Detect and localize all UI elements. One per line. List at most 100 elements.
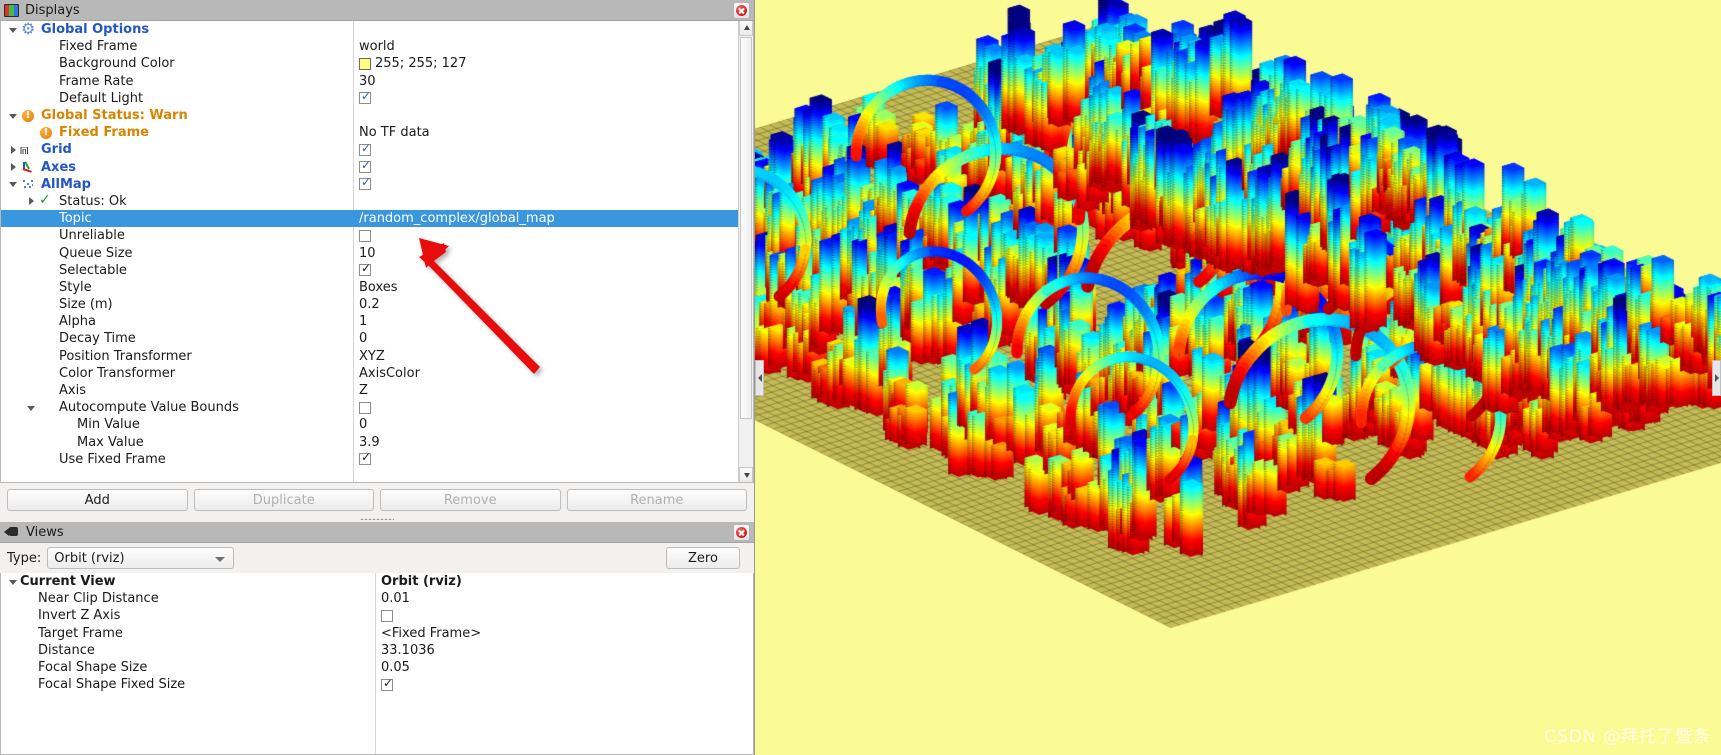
checkbox-checked[interactable] bbox=[359, 450, 372, 466]
property-row[interactable]: Color Transformer AxisColor bbox=[1, 365, 738, 382]
property-row[interactable]: Autocompute Value Bounds bbox=[1, 399, 738, 416]
property-row[interactable]: Fixed Frame world bbox=[1, 38, 738, 55]
views-close-icon[interactable] bbox=[733, 524, 750, 541]
property-value[interactable]: No TF data bbox=[353, 125, 430, 140]
property-value[interactable] bbox=[353, 89, 372, 105]
views-rows-container: Current View Orbit (rviz) Near Clip Distan… bbox=[1, 573, 751, 754]
property-row[interactable]: Topic/random_complex/global_map bbox=[1, 210, 738, 228]
property-value[interactable] bbox=[375, 676, 394, 691]
property-row[interactable]: Background Color 255; 255; 127 bbox=[1, 55, 738, 72]
property-row[interactable]: Decay Time 0 bbox=[1, 330, 738, 347]
property-value[interactable]: 10 bbox=[353, 246, 376, 261]
property-value[interactable]: <Fixed Frame> bbox=[375, 626, 481, 641]
view-type-select[interactable]: Orbit (rviz) bbox=[47, 547, 235, 569]
property-row[interactable]: Global Status: Warn bbox=[1, 107, 738, 124]
checkbox-checked[interactable] bbox=[359, 158, 372, 174]
displays-property-tree[interactable]: Global OptionsFixed FrameworldBackground… bbox=[0, 21, 754, 483]
property-row[interactable]: Selectable bbox=[1, 261, 738, 279]
property-row[interactable]: Invert Z Axis bbox=[1, 607, 751, 624]
expand-arrow-open-icon[interactable] bbox=[7, 178, 19, 190]
property-row[interactable]: Current View Orbit (rviz) bbox=[1, 573, 751, 590]
checkbox-checked[interactable] bbox=[359, 141, 372, 156]
property-row[interactable]: Focal Shape Fixed Size bbox=[1, 676, 751, 693]
property-row[interactable]: Status: Ok bbox=[1, 193, 738, 210]
checkbox-unchecked[interactable] bbox=[359, 401, 371, 414]
expand-arrow-closed-icon[interactable] bbox=[25, 195, 37, 207]
property-row[interactable]: Frame Rate 30 bbox=[1, 73, 738, 90]
expand-arrow-open-icon[interactable] bbox=[7, 110, 19, 122]
viewport-right-handle[interactable] bbox=[1712, 359, 1721, 396]
checkbox-checked[interactable] bbox=[359, 261, 372, 277]
property-value[interactable]: AxisColor bbox=[353, 366, 420, 381]
property-value[interactable]: Boxes bbox=[353, 280, 398, 295]
property-row[interactable]: AllMap bbox=[1, 175, 738, 193]
checkbox-unchecked[interactable] bbox=[359, 229, 371, 242]
property-value[interactable] bbox=[353, 450, 372, 466]
property-value[interactable] bbox=[375, 609, 393, 622]
property-value[interactable]: 30 bbox=[353, 74, 376, 89]
checkbox-unchecked[interactable] bbox=[381, 609, 393, 622]
property-value[interactable]: /random_complex/global_map bbox=[353, 211, 555, 226]
property-value[interactable]: 0.05 bbox=[375, 660, 410, 675]
viewport-left-handle[interactable] bbox=[755, 359, 764, 396]
expand-arrow-closed-icon[interactable] bbox=[7, 144, 19, 156]
expand-arrow-closed-icon[interactable] bbox=[7, 161, 19, 173]
property-value[interactable]: 0.2 bbox=[353, 297, 380, 312]
expand-arrow-open-icon[interactable] bbox=[25, 402, 37, 414]
property-value[interactable] bbox=[353, 401, 371, 414]
property-value[interactable]: XYZ bbox=[353, 349, 385, 364]
property-row[interactable]: Unreliable bbox=[1, 227, 738, 244]
property-row[interactable]: Style Boxes bbox=[1, 279, 738, 296]
property-value[interactable] bbox=[353, 158, 372, 174]
property-value[interactable] bbox=[353, 261, 372, 277]
property-value[interactable] bbox=[353, 229, 371, 242]
property-row[interactable]: Queue Size 10 bbox=[1, 244, 738, 261]
property-row[interactable]: Alpha 1 bbox=[1, 313, 738, 330]
views-property-tree[interactable]: Current View Orbit (rviz) Near Clip Distan… bbox=[0, 573, 754, 755]
property-row[interactable]: Size (m) 0.2 bbox=[1, 296, 738, 313]
checkbox-checked[interactable] bbox=[359, 89, 372, 105]
property-row[interactable]: Position Transformer XYZ bbox=[1, 348, 738, 365]
property-row[interactable]: Global Options bbox=[1, 21, 738, 38]
scrollbar-thumb[interactable] bbox=[740, 37, 752, 419]
zero-button[interactable]: Zero bbox=[666, 547, 740, 569]
property-row[interactable]: Default Light bbox=[1, 89, 738, 107]
expand-arrow-open-icon[interactable] bbox=[7, 24, 19, 36]
property-value[interactable]: Orbit (rviz) bbox=[375, 574, 462, 589]
property-row[interactable]: Distance 33.1036 bbox=[1, 642, 751, 659]
scroll-down-icon[interactable] bbox=[739, 467, 753, 482]
property-row[interactable]: Axes bbox=[1, 158, 738, 176]
checkbox-checked[interactable] bbox=[381, 676, 394, 691]
property-value[interactable]: 0.01 bbox=[375, 591, 410, 606]
property-row[interactable]: Max Value 3.9 bbox=[1, 434, 738, 451]
displays-vertical-scrollbar[interactable] bbox=[738, 21, 753, 482]
property-row[interactable]: Focal Shape Size 0.05 bbox=[1, 659, 751, 676]
property-row[interactable]: Near Clip Distance 0.01 bbox=[1, 590, 751, 607]
scroll-up-icon[interactable] bbox=[739, 21, 753, 36]
expand-arrow-open-icon[interactable] bbox=[7, 576, 19, 588]
property-value[interactable] bbox=[353, 175, 372, 191]
color-swatch[interactable] bbox=[359, 57, 371, 70]
property-value[interactable]: 33.1036 bbox=[375, 643, 435, 658]
property-value[interactable]: 0 bbox=[353, 417, 367, 432]
property-value[interactable]: 3.9 bbox=[353, 435, 380, 450]
property-value[interactable] bbox=[353, 141, 372, 156]
property-row[interactable]: Grid bbox=[1, 141, 738, 158]
scene-canvas[interactable] bbox=[755, 0, 1721, 755]
checkbox-checked[interactable] bbox=[359, 175, 372, 191]
property-value[interactable]: world bbox=[353, 39, 395, 54]
property-value[interactable]: 1 bbox=[353, 314, 367, 329]
property-row[interactable]: Axis Z bbox=[1, 382, 738, 399]
property-row[interactable]: Min Value 0 bbox=[1, 416, 738, 433]
property-row[interactable]: Use Fixed Frame bbox=[1, 450, 738, 468]
displays-close-icon[interactable] bbox=[733, 2, 750, 19]
property-value[interactable]: 255; 255; 127 bbox=[353, 56, 466, 71]
3d-render-view[interactable]: CSDN @拜托了暨条 bbox=[755, 0, 1721, 755]
property-row[interactable]: Target Frame <Fixed Frame> bbox=[1, 625, 751, 642]
property-row[interactable]: Fixed Frame No TF data bbox=[1, 124, 738, 141]
property-value[interactable]: 0 bbox=[353, 331, 367, 346]
add-button[interactable]: Add bbox=[7, 489, 188, 511]
panel-resize-grip[interactable] bbox=[0, 515, 754, 522]
property-value[interactable]: Z bbox=[353, 383, 368, 398]
